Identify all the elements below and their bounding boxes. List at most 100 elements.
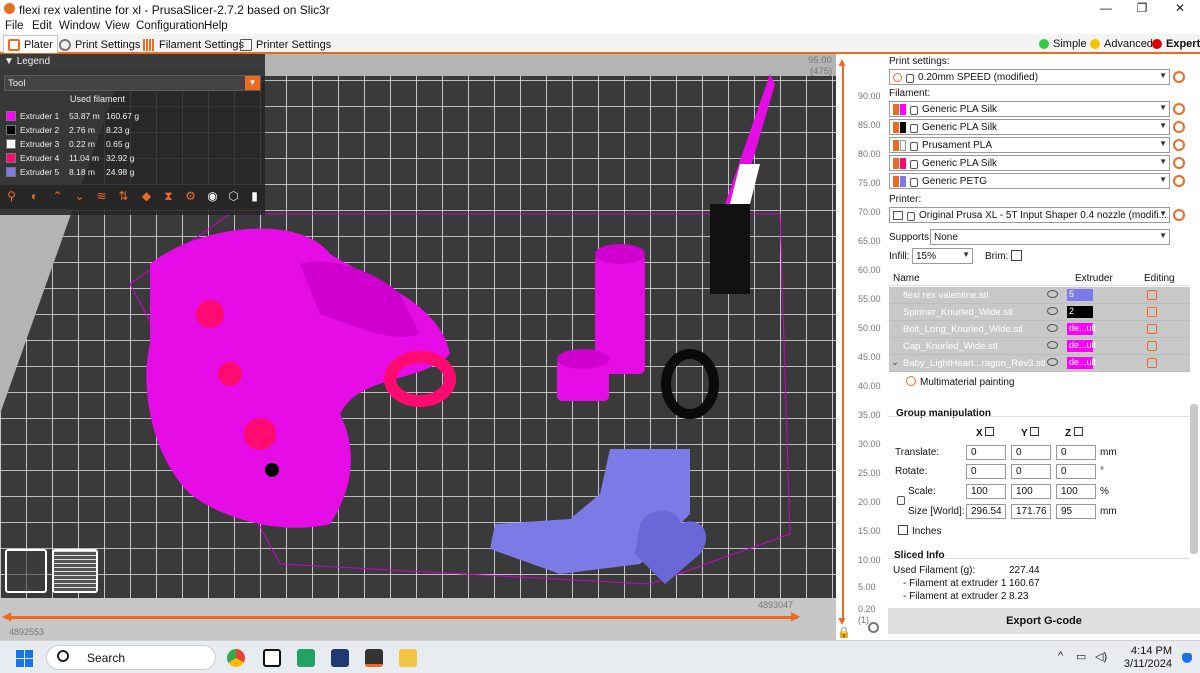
object-row[interactable]: flexi rex valentine.stl 5 bbox=[889, 287, 1190, 304]
filament-edit-icon[interactable] bbox=[1173, 103, 1185, 115]
3d-view-icon[interactable] bbox=[5, 549, 47, 593]
object-extruder[interactable]: de...ult bbox=[1067, 357, 1096, 369]
filament-select-5[interactable]: Generic PETG ▼ bbox=[889, 173, 1170, 189]
supports-select[interactable]: None ▼ bbox=[930, 229, 1170, 245]
mm-painting-item[interactable]: Multimaterial painting bbox=[906, 376, 1015, 388]
lock-icon[interactable] bbox=[897, 496, 905, 505]
wipe-tower[interactable] bbox=[710, 204, 750, 294]
view-type-select[interactable]: Tool ▼ bbox=[4, 75, 261, 91]
settings-gear-icon[interactable] bbox=[868, 622, 879, 633]
reset-icon[interactable] bbox=[1073, 427, 1083, 436]
tab-filament-settings[interactable]: Filament Settings bbox=[139, 35, 248, 53]
windows-start-icon[interactable] bbox=[16, 650, 33, 667]
legend-header[interactable]: ▼ Legend bbox=[0, 54, 265, 69]
close-button[interactable]: ✕ bbox=[1165, 1, 1195, 15]
rotate-z-input[interactable]: 0 bbox=[1056, 464, 1096, 479]
menu-file[interactable]: File bbox=[5, 20, 24, 32]
rotate-y-input[interactable]: 0 bbox=[1011, 464, 1051, 479]
object-row[interactable]: Bolt_Long_Knurled_Wide.stl de...ult bbox=[889, 321, 1190, 338]
eye-icon[interactable] bbox=[1047, 324, 1058, 332]
mode-simple[interactable]: Simple bbox=[1039, 38, 1087, 50]
layer-slider[interactable]: 95.00 (475) ▲ ▼ 🔒 90.00 85.00 80.00 75.0… bbox=[808, 54, 884, 640]
menu-edit[interactable]: Edit bbox=[32, 20, 52, 32]
print-settings-edit-icon[interactable] bbox=[1173, 71, 1185, 83]
layer-upper-thumb-icon[interactable]: ▲ bbox=[836, 55, 848, 69]
print-profile-select[interactable]: 0.20mm SPEED (modified) ▼ bbox=[889, 69, 1170, 85]
tab-print-settings[interactable]: Print Settings bbox=[55, 35, 144, 53]
spreadsheet-icon[interactable] bbox=[297, 649, 315, 667]
tool-changes-icon[interactable]: ⇅ bbox=[116, 189, 131, 204]
printer-profile-select[interactable]: Original Prusa XL - 5T Input Shaper 0.4 … bbox=[889, 207, 1170, 223]
tool-marker-icon[interactable]: ▮ bbox=[247, 189, 262, 204]
scale-z-input[interactable]: 100 bbox=[1056, 484, 1096, 499]
lock-icon[interactable]: 🔒 bbox=[837, 626, 851, 639]
filament-select-4[interactable]: Generic PLA Silk ▼ bbox=[889, 155, 1170, 171]
size-x-input[interactable]: 296.54 bbox=[966, 504, 1006, 519]
printer-edit-icon[interactable] bbox=[1173, 209, 1185, 221]
edit-icon[interactable] bbox=[1147, 341, 1157, 351]
edit-icon[interactable] bbox=[1147, 290, 1157, 300]
filament-edit-icon[interactable] bbox=[1173, 175, 1185, 187]
taskbar-search[interactable]: Search bbox=[46, 645, 216, 670]
hslider-track[interactable] bbox=[8, 616, 798, 619]
column-extruder[interactable]: Extruder bbox=[1075, 273, 1113, 284]
scale-x-input[interactable]: 100 bbox=[966, 484, 1006, 499]
object-row[interactable]: Spinner_Knurled_Wide.stl 2 bbox=[889, 304, 1190, 321]
wipe-icon[interactable]: ◐ bbox=[27, 189, 42, 204]
translate-y-input[interactable]: 0 bbox=[1011, 445, 1051, 460]
retractions-icon[interactable]: ⌃ bbox=[50, 189, 65, 204]
filament-select-2[interactable]: Generic PLA Silk ▼ bbox=[889, 119, 1170, 135]
hslider-left-thumb-icon[interactable]: ◀ bbox=[2, 609, 11, 623]
mode-advanced[interactable]: Advanced bbox=[1090, 38, 1153, 50]
clock-time[interactable]: 4:14 PM bbox=[1128, 645, 1172, 657]
chevron-down-icon[interactable]: ⌄ bbox=[891, 357, 899, 368]
notification-bell-icon[interactable] bbox=[1182, 653, 1192, 663]
infill-select[interactable]: 15% ▼ bbox=[912, 248, 973, 264]
brim-checkbox[interactable] bbox=[1011, 250, 1022, 261]
file-explorer-icon[interactable] bbox=[399, 649, 417, 667]
column-name[interactable]: Name bbox=[893, 273, 920, 284]
panel-scrollbar[interactable] bbox=[1190, 404, 1198, 554]
layer-slider-track[interactable] bbox=[842, 62, 844, 622]
tab-printer-settings[interactable]: Printer Settings bbox=[236, 35, 335, 53]
object-extruder[interactable]: de...ult bbox=[1067, 323, 1096, 335]
size-z-input[interactable]: 95 bbox=[1056, 504, 1096, 519]
translate-z-input[interactable]: 0 bbox=[1056, 445, 1096, 460]
app-icon[interactable] bbox=[263, 649, 281, 667]
rotate-x-input[interactable]: 0 bbox=[966, 464, 1006, 479]
minimize-button[interactable]: — bbox=[1091, 1, 1121, 15]
pause-prints-icon[interactable]: ⧗ bbox=[161, 189, 176, 204]
filament-edit-icon[interactable] bbox=[1173, 121, 1185, 133]
inches-checkbox[interactable]: Inches bbox=[898, 525, 941, 537]
custom-gcode-icon[interactable]: ⚙ bbox=[183, 189, 198, 204]
filament-select-1[interactable]: Generic PLA Silk ▼ bbox=[889, 101, 1170, 117]
app-icon[interactable] bbox=[331, 649, 349, 667]
translate-x-input[interactable]: 0 bbox=[966, 445, 1006, 460]
column-editing[interactable]: Editing bbox=[1144, 273, 1175, 284]
filament-select-3[interactable]: Prusament PLA ▼ bbox=[889, 137, 1170, 153]
eye-icon[interactable] bbox=[1047, 341, 1058, 349]
size-y-input[interactable]: 171.76 bbox=[1011, 504, 1051, 519]
network-icon[interactable]: ▭ bbox=[1076, 650, 1086, 663]
menu-help[interactable]: Help bbox=[204, 20, 228, 32]
object-extruder[interactable]: de...ult bbox=[1067, 340, 1096, 352]
object-extruder[interactable]: 5 bbox=[1067, 289, 1093, 301]
edit-icon[interactable] bbox=[1147, 307, 1157, 317]
clock-date[interactable]: 3/11/2024 bbox=[1120, 658, 1172, 670]
hslider-right-thumb-icon[interactable]: ▶ bbox=[791, 609, 800, 623]
filament-edit-icon[interactable] bbox=[1173, 139, 1185, 151]
chevron-up-icon[interactable]: ^ bbox=[1058, 650, 1063, 662]
shells-icon[interactable]: ⬡ bbox=[226, 189, 241, 204]
menu-view[interactable]: View bbox=[105, 20, 130, 32]
chrome-icon[interactable] bbox=[227, 649, 245, 667]
volume-icon[interactable]: ◁) bbox=[1095, 650, 1107, 663]
deretractions-icon[interactable]: ⌄ bbox=[72, 189, 87, 204]
eye-icon[interactable] bbox=[1047, 307, 1058, 315]
scale-y-input[interactable]: 100 bbox=[1011, 484, 1051, 499]
seams-icon[interactable]: ≋ bbox=[94, 189, 109, 204]
eye-icon[interactable] bbox=[1047, 358, 1058, 366]
preview-layers-icon[interactable] bbox=[52, 549, 98, 593]
restore-button[interactable]: ❐ bbox=[1127, 1, 1157, 15]
tab-plater[interactable]: Plater bbox=[3, 35, 58, 53]
reset-icon[interactable] bbox=[985, 427, 995, 436]
